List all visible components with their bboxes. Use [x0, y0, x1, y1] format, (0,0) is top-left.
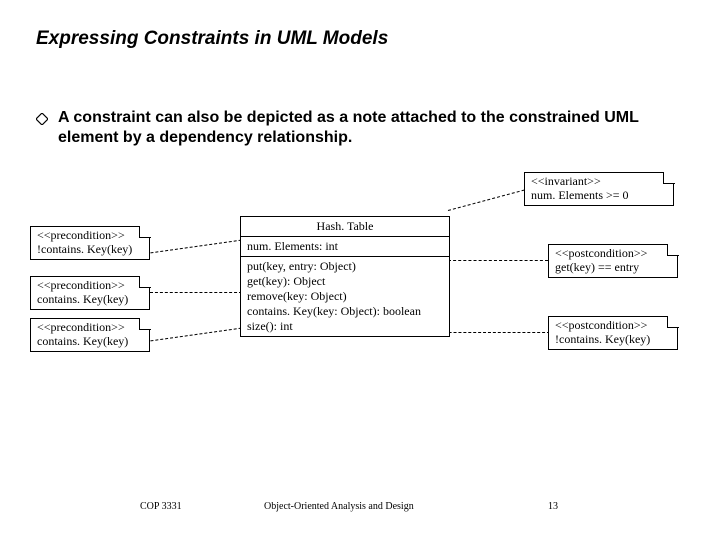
- note-dogear-icon: [139, 318, 151, 330]
- note-stereotype: <<precondition>>: [37, 229, 143, 243]
- dependency-line: [150, 328, 241, 342]
- note-dogear-icon: [139, 226, 151, 238]
- uml-op: contains. Key(key: Object): boolean: [247, 304, 443, 319]
- note-precondition-1: <<precondition>> !contains. Key(key): [30, 226, 150, 260]
- note-dogear-icon: [667, 316, 679, 328]
- note-precondition-3: <<precondition>> contains. Key(key): [30, 318, 150, 352]
- uml-class-hashtable: Hash. Table num. Elements: int put(key, …: [240, 216, 450, 337]
- uml-operations: put(key, entry: Object) get(key): Object…: [241, 257, 449, 336]
- note-stereotype: <<precondition>>: [37, 321, 143, 335]
- uml-op: remove(key: Object): [247, 289, 443, 304]
- note-postcondition-1: <<postcondition>> get(key) == entry: [548, 244, 678, 278]
- uml-op: get(key): Object: [247, 274, 443, 289]
- uml-op: put(key, entry: Object): [247, 259, 443, 274]
- footer-page-number: 13: [548, 501, 558, 512]
- uml-attributes: num. Elements: int: [241, 237, 449, 257]
- note-stereotype: <<invariant>>: [531, 175, 667, 189]
- note-expression: !contains. Key(key): [37, 243, 143, 257]
- dependency-line: [448, 260, 548, 261]
- note-expression: !contains. Key(key): [555, 333, 671, 347]
- note-dogear-icon: [663, 172, 675, 184]
- note-expression: get(key) == entry: [555, 261, 671, 275]
- dependency-line: [150, 240, 241, 254]
- note-stereotype: <<postcondition>>: [555, 319, 671, 333]
- note-invariant: <<invariant>> num. Elements >= 0: [524, 172, 674, 206]
- note-precondition-2: <<precondition>> contains. Key(key): [30, 276, 150, 310]
- footer-course: COP 3331: [140, 501, 182, 512]
- uml-class-name: Hash. Table: [241, 217, 449, 237]
- note-stereotype: <<postcondition>>: [555, 247, 671, 261]
- footer-title: Object-Oriented Analysis and Design: [264, 501, 414, 512]
- bullet-text: A constraint can also be depicted as a n…: [58, 108, 684, 148]
- note-postcondition-2: <<postcondition>> !contains. Key(key): [548, 316, 678, 350]
- dependency-line: [150, 292, 242, 293]
- slide-title: Expressing Constraints in UML Models: [36, 28, 388, 50]
- note-dogear-icon: [667, 244, 679, 256]
- uml-op: size(): int: [247, 319, 443, 334]
- note-expression: contains. Key(key): [37, 293, 143, 307]
- note-stereotype: <<precondition>>: [37, 279, 143, 293]
- bullet-row: A constraint can also be depicted as a n…: [36, 108, 684, 148]
- note-expression: contains. Key(key): [37, 335, 143, 349]
- note-expression: num. Elements >= 0: [531, 189, 667, 203]
- note-dogear-icon: [139, 276, 151, 288]
- diamond-bullet-icon: [36, 112, 48, 130]
